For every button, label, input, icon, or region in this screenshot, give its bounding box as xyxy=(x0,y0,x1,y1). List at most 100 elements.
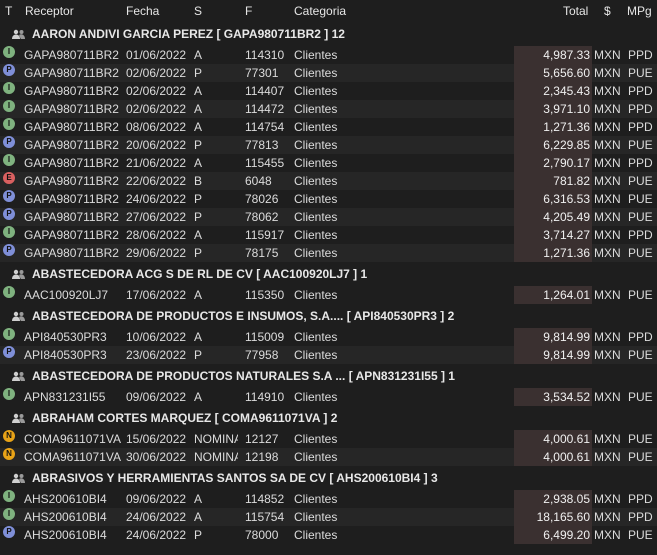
receptor-cell: GAPA980711BR2 xyxy=(24,210,119,224)
table-row[interactable]: P GAPA980711BR2 29/06/2022 P 78175 Clientes 1,… xyxy=(0,244,657,262)
table-row[interactable]: I GAPA980711BR2 01/06/2022 A 114310 Clientes 4… xyxy=(0,46,657,64)
receptor-cell: COMA9611071VA xyxy=(24,450,121,464)
table-row[interactable]: I AHS200610BI4 09/06/2022 A 114852 Clientes 2,… xyxy=(0,490,657,508)
table-row[interactable]: E GAPA980711BR2 22/06/2022 B 6048 Clientes 781… xyxy=(0,172,657,190)
receptor-cell: COMA9611071VA xyxy=(24,432,121,446)
currency-cell: MXN xyxy=(594,84,621,98)
fecha-cell: 28/06/2022 xyxy=(126,228,187,242)
categoria-cell: Clientes xyxy=(294,228,338,242)
type-badge: P xyxy=(3,526,15,538)
folio-cell: 114310 xyxy=(245,48,285,62)
folio-cell: 114407 xyxy=(245,84,285,98)
table-row[interactable]: P GAPA980711BR2 27/06/2022 P 78062 Clientes 4,… xyxy=(0,208,657,226)
mpg-cell: PPD xyxy=(628,102,653,116)
table-row[interactable]: P GAPA980711BR2 24/06/2022 P 78026 Clientes 6,… xyxy=(0,190,657,208)
serie-cell: P xyxy=(194,528,203,542)
fecha-cell: 27/06/2022 xyxy=(126,210,187,224)
serie-cell: P xyxy=(194,192,203,206)
receptor-cell: AHS200610BI4 xyxy=(24,492,107,506)
table-row[interactable]: I AAC100920LJ7 17/06/2022 A 115350 Clientes 1,… xyxy=(0,286,657,304)
group-header[interactable]: ABASTECEDORA DE PRODUCTOS E INSUMOS, S.A… xyxy=(0,304,657,328)
type-badge: I xyxy=(3,118,15,130)
total-cell: 4,000.61 xyxy=(514,448,592,466)
folio-cell: 115350 xyxy=(245,288,285,302)
categoria-cell: Clientes xyxy=(294,348,338,362)
table-row[interactable]: N COMA9611071VA 30/06/2022 NOMINA 12198 Clien… xyxy=(0,448,657,466)
mpg-cell: PUE xyxy=(628,66,653,80)
group-header[interactable]: ABRAHAM CORTES MARQUEZ [ COMA9611071VA ]… xyxy=(0,406,657,430)
total-cell: 2,790.17 xyxy=(514,154,592,172)
col-serie[interactable]: S xyxy=(194,4,202,18)
table-row[interactable]: I GAPA980711BR2 21/06/2022 A 115455 Clientes 2… xyxy=(0,154,657,172)
mpg-cell: PUE xyxy=(628,210,653,224)
folio-cell: 115754 xyxy=(245,510,285,524)
table-row[interactable]: I AHS200610BI4 24/06/2022 A 115754 Clientes 18… xyxy=(0,508,657,526)
receptor-cell: API840530PR3 xyxy=(24,330,107,344)
currency-cell: MXN xyxy=(594,330,621,344)
col-categoria[interactable]: Categoria xyxy=(294,4,346,18)
categoria-cell: Clientes xyxy=(294,390,338,404)
folio-cell: 115009 xyxy=(245,330,285,344)
receptor-cell: AAC100920LJ7 xyxy=(24,288,109,302)
table-row[interactable]: I API840530PR3 10/06/2022 A 115009 Clientes 9,… xyxy=(0,328,657,346)
fecha-cell: 24/06/2022 xyxy=(126,528,187,542)
col-fecha[interactable]: Fecha xyxy=(126,4,159,18)
column-header: T Receptor Fecha S F Categoria Total $ M… xyxy=(0,0,657,22)
serie-cell: A xyxy=(194,228,203,242)
table-row[interactable]: P GAPA980711BR2 20/06/2022 P 77813 Clientes 6,… xyxy=(0,136,657,154)
type-badge: P xyxy=(3,64,15,76)
fecha-cell: 30/06/2022 xyxy=(126,450,187,464)
categoria-cell: Clientes xyxy=(294,528,338,542)
group-header[interactable]: ABASTECEDORA DE PRODUCTOS NATURALES S.A … xyxy=(0,364,657,388)
serie-cell: P xyxy=(194,246,203,260)
receptor-cell: GAPA980711BR2 xyxy=(24,66,119,80)
group-header[interactable]: ABRASIVOS Y HERRAMIENTAS SANTOS SA DE CV… xyxy=(0,466,657,490)
table-row[interactable]: P AHS200610BI4 24/06/2022 P 78000 Clientes 6,4… xyxy=(0,526,657,544)
serie-cell: A xyxy=(194,390,203,404)
currency-cell: MXN xyxy=(594,138,621,152)
mpg-cell: PUE xyxy=(628,528,653,542)
categoria-cell: Clientes xyxy=(294,138,338,152)
receptor-cell: GAPA980711BR2 xyxy=(24,174,119,188)
fecha-cell: 21/06/2022 xyxy=(126,156,187,170)
total-cell: 5,656.60 xyxy=(514,64,592,82)
serie-cell: NOMINA xyxy=(194,432,238,446)
table-row[interactable]: I GAPA980711BR2 02/06/2022 A 114472 Clientes 3… xyxy=(0,100,657,118)
table-row[interactable]: N COMA9611071VA 15/06/2022 NOMINA 12127 Clien… xyxy=(0,430,657,448)
col-currency[interactable]: $ xyxy=(604,4,611,18)
folio-cell: 114910 xyxy=(245,390,285,404)
categoria-cell: Clientes xyxy=(294,246,338,260)
col-receptor[interactable]: Receptor xyxy=(25,4,74,18)
table-row[interactable]: I GAPA980711BR2 08/06/2022 A 114754 Clientes 1… xyxy=(0,118,657,136)
mpg-cell: PPD xyxy=(628,84,653,98)
total-cell: 2,938.05 xyxy=(514,490,592,508)
mpg-cell: PUE xyxy=(628,174,653,188)
serie-cell: P xyxy=(194,66,203,80)
fecha-cell: 01/06/2022 xyxy=(126,48,187,62)
col-folio[interactable]: F xyxy=(245,4,252,18)
people-icon xyxy=(12,29,25,39)
total-cell: 18,165.60 xyxy=(514,508,592,526)
table-row[interactable]: I GAPA980711BR2 28/06/2022 A 115917 Clientes 3… xyxy=(0,226,657,244)
people-icon xyxy=(12,311,25,321)
currency-cell: MXN xyxy=(594,48,621,62)
type-badge: I xyxy=(3,508,15,520)
col-total[interactable]: Total xyxy=(563,4,588,18)
table-row[interactable]: I APN831231I55 09/06/2022 A 114910 Clientes 3,… xyxy=(0,388,657,406)
group-header[interactable]: AARON ANDIVI GARCIA PEREZ [ GAPA980711BR… xyxy=(0,22,657,46)
folio-cell: 12198 xyxy=(245,450,279,464)
col-tipo[interactable]: T xyxy=(5,4,12,18)
table-row[interactable]: P GAPA980711BR2 02/06/2022 P 77301 Clientes 5,… xyxy=(0,64,657,82)
folio-cell: 114472 xyxy=(245,102,285,116)
table-row[interactable]: I GAPA980711BR2 02/06/2022 A 114407 Clientes 2… xyxy=(0,82,657,100)
mpg-cell: PPD xyxy=(628,228,653,242)
type-badge: P xyxy=(3,190,15,202)
group-header[interactable]: ABASTECEDORA ACG S DE RL DE CV [ AAC1009… xyxy=(0,262,657,286)
fecha-cell: 24/06/2022 xyxy=(126,510,187,524)
serie-cell: P xyxy=(194,210,203,224)
table-row[interactable]: P API840530PR3 23/06/2022 P 77958 Clientes 9,8… xyxy=(0,346,657,364)
folio-cell: 78175 xyxy=(245,246,279,260)
mpg-cell: PUE xyxy=(628,450,653,464)
currency-cell: MXN xyxy=(594,174,621,188)
col-mpg[interactable]: MPg xyxy=(627,4,652,18)
